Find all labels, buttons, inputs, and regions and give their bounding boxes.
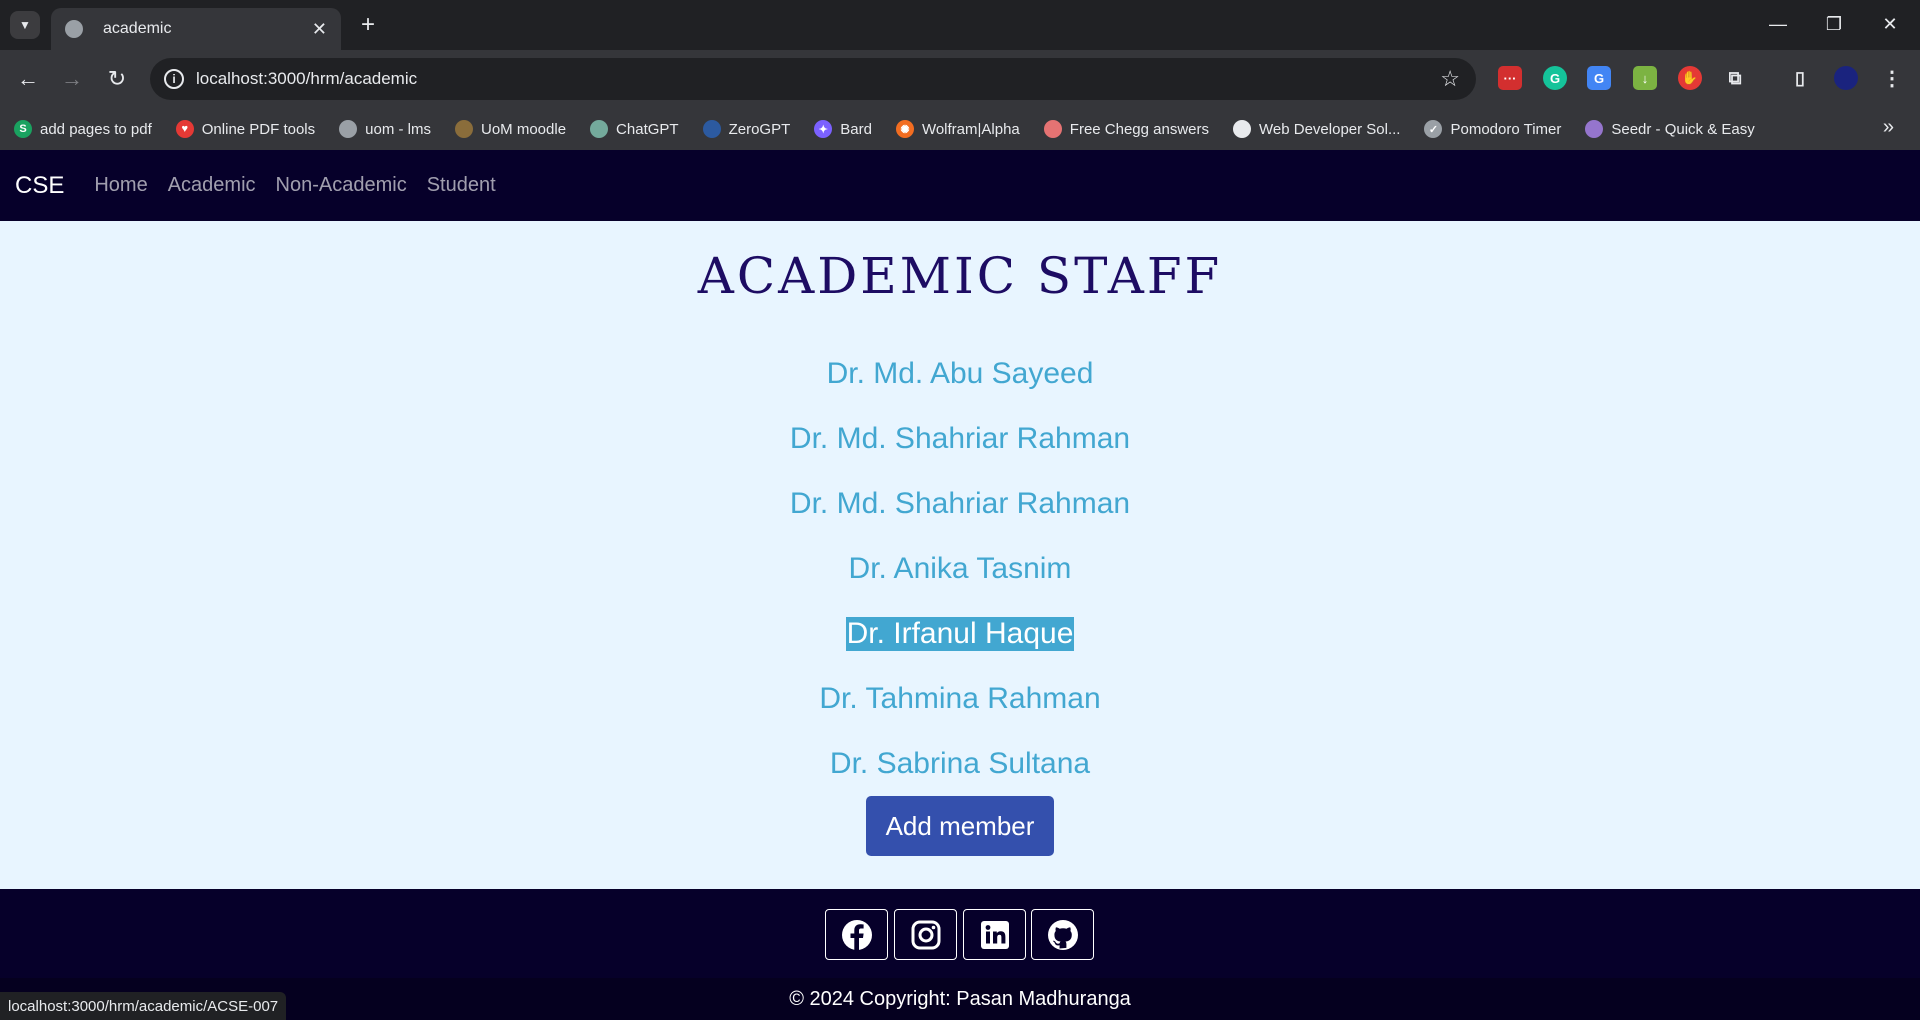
bookmark-favicon-icon xyxy=(339,120,358,138)
staff-name[interactable]: Dr. Md. Shahriar Rahman xyxy=(789,422,1131,456)
staff-item[interactable]: Dr. Sabrina Sultana xyxy=(0,731,1920,796)
staff-item-selected[interactable]: Dr. Irfanul Haque xyxy=(0,601,1920,666)
github-icon[interactable] xyxy=(1031,909,1094,960)
bookmark-label: UoM moodle xyxy=(481,120,567,138)
copyright-text: © 2024 Copyright: Pasan Madhuranga xyxy=(0,978,1920,1020)
bookmark-item[interactable]: Web Developer Sol... xyxy=(1233,120,1400,138)
bookmark-label: Free Chegg answers xyxy=(1069,120,1210,138)
bookmark-favicon-icon: ✺ xyxy=(895,120,914,138)
bookmark-item[interactable]: UoM moodle xyxy=(455,120,566,138)
staff-name[interactable]: Dr. Sabrina Sultana xyxy=(829,747,1091,781)
restore-button[interactable]: ❐ xyxy=(1806,8,1862,40)
nav-non-academic[interactable]: Non-Academic xyxy=(276,174,407,197)
bookmark-label: Online PDF tools xyxy=(201,120,316,138)
staff-name[interactable]: Dr. Anika Tasnim xyxy=(848,552,1073,586)
bookmark-item[interactable]: ✺ Wolfram|Alpha xyxy=(895,120,1020,138)
new-tab-button[interactable]: + xyxy=(352,10,384,40)
linkedin-icon[interactable] xyxy=(963,909,1026,960)
add-member-button[interactable]: Add member xyxy=(866,796,1054,856)
staff-name[interactable]: Dr. Irfanul Haque xyxy=(845,616,1075,651)
bookmark-label: Wolfram|Alpha xyxy=(921,120,1020,138)
side-panel-icon[interactable]: ▯ xyxy=(1788,66,1812,90)
back-button[interactable]: ← xyxy=(12,63,44,95)
forward-button[interactable]: → xyxy=(56,63,88,95)
brand-logo[interactable]: CSE xyxy=(15,172,64,200)
site-navbar: CSE Home Academic Non-Academic Student xyxy=(0,150,1920,221)
bookmark-item[interactable]: ✓ Pomodoro Timer xyxy=(1424,120,1561,138)
menu-kebab-icon[interactable]: ⋮ xyxy=(1880,66,1904,90)
google-translate-icon[interactable]: G xyxy=(1587,66,1611,90)
bookmark-item[interactable]: ♥ Online PDF tools xyxy=(175,120,316,138)
bookmark-label: Bard xyxy=(840,120,872,138)
tab-title: academic xyxy=(103,20,172,37)
bookmark-item[interactable]: ✦ Bard xyxy=(814,120,872,138)
bookmark-item[interactable]: Free Chegg answers xyxy=(1043,120,1210,138)
browser-toolbar: ← → ↻ i localhost:3000/hrm/academic ☆ ··… xyxy=(0,50,1920,108)
bookmark-label: uom - lms xyxy=(365,120,431,138)
globe-icon xyxy=(65,20,83,38)
reload-button[interactable]: ↻ xyxy=(101,63,133,95)
bookmark-favicon-icon xyxy=(590,120,609,138)
bookmark-item[interactable]: ZeroGPT xyxy=(702,120,791,138)
nav-home[interactable]: Home xyxy=(94,174,147,197)
staff-item[interactable]: Dr. Md. Shahriar Rahman xyxy=(0,471,1920,536)
facebook-icon[interactable] xyxy=(825,909,888,960)
staff-name[interactable]: Dr. Md. Shahriar Rahman xyxy=(789,487,1131,521)
nav-academic[interactable]: Academic xyxy=(168,174,256,197)
bookmark-label: add pages to pdf xyxy=(40,120,152,138)
bookmark-label: Pomodoro Timer xyxy=(1450,120,1562,138)
bookmark-item[interactable]: Seedr - Quick & Easy xyxy=(1585,120,1755,138)
staff-item[interactable]: Dr. Md. Shahriar Rahman xyxy=(0,406,1920,471)
staff-name[interactable]: Dr. Tahmina Rahman xyxy=(818,682,1101,716)
staff-name[interactable]: Dr. Md. Abu Sayeed xyxy=(826,357,1095,391)
address-bar[interactable]: i localhost:3000/hrm/academic ☆ xyxy=(150,58,1476,100)
browser-tab-bar: ▼ academic ✕ + — ❐ ✕ xyxy=(0,0,1920,50)
bookmark-favicon-icon: S xyxy=(14,120,32,138)
site-footer: © 2024 Copyright: Pasan Madhuranga xyxy=(0,889,1920,1020)
adblock-icon[interactable]: ✋ xyxy=(1678,66,1702,90)
browser-tab[interactable]: academic ✕ xyxy=(51,8,341,50)
close-icon[interactable]: ✕ xyxy=(312,19,327,40)
bookmark-favicon-icon xyxy=(1043,120,1062,138)
tab-search-button[interactable]: ▼ xyxy=(10,11,40,39)
minimize-button[interactable]: — xyxy=(1750,8,1806,40)
bookmark-favicon-icon xyxy=(455,120,473,138)
bookmark-label: ChatGPT xyxy=(616,120,679,138)
bookmark-favicon-icon: ✦ xyxy=(814,120,833,138)
page-title: ACADEMIC STAFF xyxy=(697,247,1223,305)
window-close-button[interactable]: ✕ xyxy=(1862,8,1918,40)
bookmark-item[interactable]: Sadd pages to pdf xyxy=(14,120,152,138)
bookmark-label: ZeroGPT xyxy=(728,120,791,138)
bookmark-item[interactable]: ChatGPT xyxy=(590,120,679,138)
download-icon[interactable]: ↓ xyxy=(1633,66,1657,90)
bookmarks-bar: Sadd pages to pdf ♥ Online PDF tools uom - … xyxy=(0,108,1920,150)
extensions-icon[interactable]: ⧉ xyxy=(1723,66,1747,90)
bookmark-item[interactable]: uom - lms xyxy=(339,120,431,138)
bookmark-favicon-icon: ♥ xyxy=(175,120,194,138)
staff-item[interactable]: Dr. Tahmina Rahman xyxy=(0,666,1920,731)
bookmark-label: Web Developer Sol... xyxy=(1259,120,1401,138)
bookmark-favicon-icon xyxy=(702,120,721,138)
profile-avatar[interactable] xyxy=(1834,66,1858,90)
bookmark-favicon-icon xyxy=(1585,120,1604,138)
nav-student[interactable]: Student xyxy=(427,174,496,197)
more-bookmarks-icon[interactable]: » xyxy=(1883,116,1894,139)
staff-item[interactable]: Dr. Anika Tasnim xyxy=(0,536,1920,601)
site-info-icon[interactable]: i xyxy=(164,69,184,89)
bookmark-favicon-icon: ✓ xyxy=(1424,120,1443,138)
instagram-icon[interactable] xyxy=(894,909,957,960)
bookmark-star-icon[interactable]: ☆ xyxy=(1440,66,1460,92)
staff-item[interactable]: Dr. Md. Abu Sayeed xyxy=(0,341,1920,406)
lastpass-icon[interactable]: ··· xyxy=(1498,66,1522,90)
url-text: localhost:3000/hrm/academic xyxy=(196,69,418,88)
status-bar-url: localhost:3000/hrm/academic/ACSE-007 xyxy=(0,992,287,1020)
main-content: ACADEMIC STAFF Dr. Md. Abu Sayeed Dr. Md… xyxy=(0,221,1920,889)
grammarly-icon[interactable]: G xyxy=(1543,66,1567,90)
bookmark-label: Seedr - Quick & Easy xyxy=(1611,120,1755,138)
bookmark-favicon-icon xyxy=(1233,120,1252,138)
staff-list: Dr. Md. Abu Sayeed Dr. Md. Shahriar Rahm… xyxy=(0,341,1920,796)
